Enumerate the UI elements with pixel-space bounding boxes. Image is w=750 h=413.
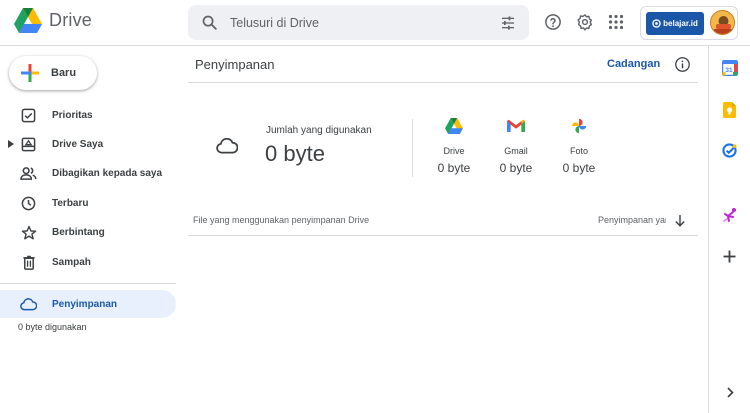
- service-drive: Drive 0 byte: [429, 115, 479, 175]
- sidebar-item-priority[interactable]: Prioritas: [0, 101, 176, 129]
- settings-button[interactable]: [575, 12, 595, 32]
- plus-icon: [723, 250, 736, 263]
- clock-icon: [20, 195, 37, 212]
- sidebar-item-recent[interactable]: Terbaru: [0, 189, 176, 217]
- tasks-icon: [722, 143, 737, 158]
- trash-icon: [20, 254, 37, 271]
- drive-logo[interactable]: Drive: [14, 8, 92, 33]
- info-button[interactable]: [674, 56, 691, 78]
- sidebar-item-label: Drive Saya: [52, 138, 104, 150]
- info-icon: [675, 57, 690, 72]
- photos-logo-icon: [571, 118, 587, 134]
- calendar-button[interactable]: 31: [721, 59, 738, 76]
- main-header-divider: [188, 82, 698, 83]
- cloud-icon: [20, 296, 37, 313]
- addon-dancer-icon: [722, 207, 736, 222]
- page-title: Penyimpanan: [195, 57, 275, 72]
- files-list-header: File yang menggunakan penyimpanan Drive …: [188, 208, 698, 236]
- app-name: Drive: [49, 10, 93, 30]
- search-options-icon[interactable]: [500, 15, 516, 31]
- addon-button[interactable]: [721, 206, 738, 223]
- summary-divider: [412, 119, 413, 177]
- apps-grid-icon: [608, 14, 624, 30]
- search-icon[interactable]: [201, 14, 218, 31]
- service-name: Gmail: [504, 146, 528, 156]
- check-box-icon: [20, 107, 37, 124]
- drive-logo-icon: [14, 8, 42, 33]
- sort-down-arrow-icon[interactable]: [674, 214, 686, 227]
- service-gmail: Gmail 0 byte: [491, 115, 541, 175]
- files-header-label: File yang menggunakan penyimpanan Drive: [193, 215, 370, 225]
- cloud-storage-icon: [216, 138, 238, 154]
- used-storage-label: Jumlah yang digunakan: [266, 125, 372, 136]
- svg-text:31: 31: [725, 67, 733, 74]
- gear-icon: [577, 14, 593, 31]
- account-switcher[interactable]: belajar.id: [640, 6, 738, 40]
- service-value: 0 byte: [499, 161, 533, 175]
- sidebar-divider: [0, 283, 176, 284]
- calendar-icon: 31: [721, 59, 738, 76]
- sidebar-item-shared-with-me[interactable]: Dibagikan kepada saya: [0, 159, 176, 187]
- avatar-image-icon: [711, 11, 734, 34]
- sidebar-item-storage[interactable]: Penyimpanan: [0, 290, 176, 318]
- used-storage-value: 0 byte: [265, 141, 325, 166]
- sidebar-item-label: Sampah: [52, 256, 91, 268]
- new-button[interactable]: Baru: [9, 56, 97, 90]
- new-button-label: Baru: [51, 67, 77, 79]
- avatar[interactable]: [710, 10, 735, 35]
- service-name: Drive: [443, 146, 465, 156]
- sort-column-header[interactable]: Penyimpanan yang digunakan: [598, 215, 666, 225]
- search-input[interactable]: [230, 5, 480, 40]
- keep-button[interactable]: [721, 101, 738, 118]
- help-icon: [545, 14, 561, 30]
- sidebar-item-label: Terbaru: [52, 197, 89, 209]
- service-photos: Foto 0 byte: [554, 115, 604, 175]
- drive-logo-icon: [445, 118, 463, 134]
- search-bar[interactable]: [188, 5, 529, 40]
- keep-icon: [723, 101, 736, 118]
- star-icon: [20, 224, 37, 241]
- my-drive-icon: [20, 136, 37, 153]
- plus-icon: [21, 64, 39, 82]
- gmail-logo-icon: [507, 119, 525, 132]
- side-panel: 31: [708, 46, 750, 413]
- sidebar-item-starred[interactable]: Berbintang: [0, 218, 176, 246]
- service-value: 0 byte: [437, 161, 471, 175]
- org-label: belajar.id: [663, 19, 698, 28]
- sidebar-item-label: Prioritas: [52, 109, 93, 121]
- people-icon: [20, 165, 37, 182]
- expand-caret-icon[interactable]: [8, 140, 14, 148]
- apps-button[interactable]: [606, 12, 626, 32]
- sidebar-item-label: Penyimpanan: [52, 298, 118, 310]
- org-badge: belajar.id: [646, 12, 704, 35]
- help-button[interactable]: [543, 12, 563, 32]
- service-name: Foto: [569, 146, 588, 156]
- sidebar-item-label: Dibagikan kepada saya: [52, 167, 163, 179]
- sidebar-item-trash[interactable]: Sampah: [0, 248, 176, 276]
- sidebar-item-my-drive[interactable]: Drive Saya: [0, 130, 176, 158]
- expand-panel-button[interactable]: [721, 384, 738, 401]
- chevron-right-icon: [726, 387, 734, 398]
- tasks-button[interactable]: [721, 142, 738, 159]
- service-value: 0 byte: [562, 161, 596, 175]
- backup-link[interactable]: Cadangan: [607, 58, 660, 70]
- org-logo-icon: [652, 19, 661, 28]
- storage-usage-text: 0 byte digunakan: [18, 322, 87, 332]
- sidebar-item-label: Berbintang: [52, 226, 105, 238]
- app-header: Drive Telusuri di Drive belajar.id: [0, 0, 750, 46]
- get-addons-button[interactable]: [721, 248, 738, 265]
